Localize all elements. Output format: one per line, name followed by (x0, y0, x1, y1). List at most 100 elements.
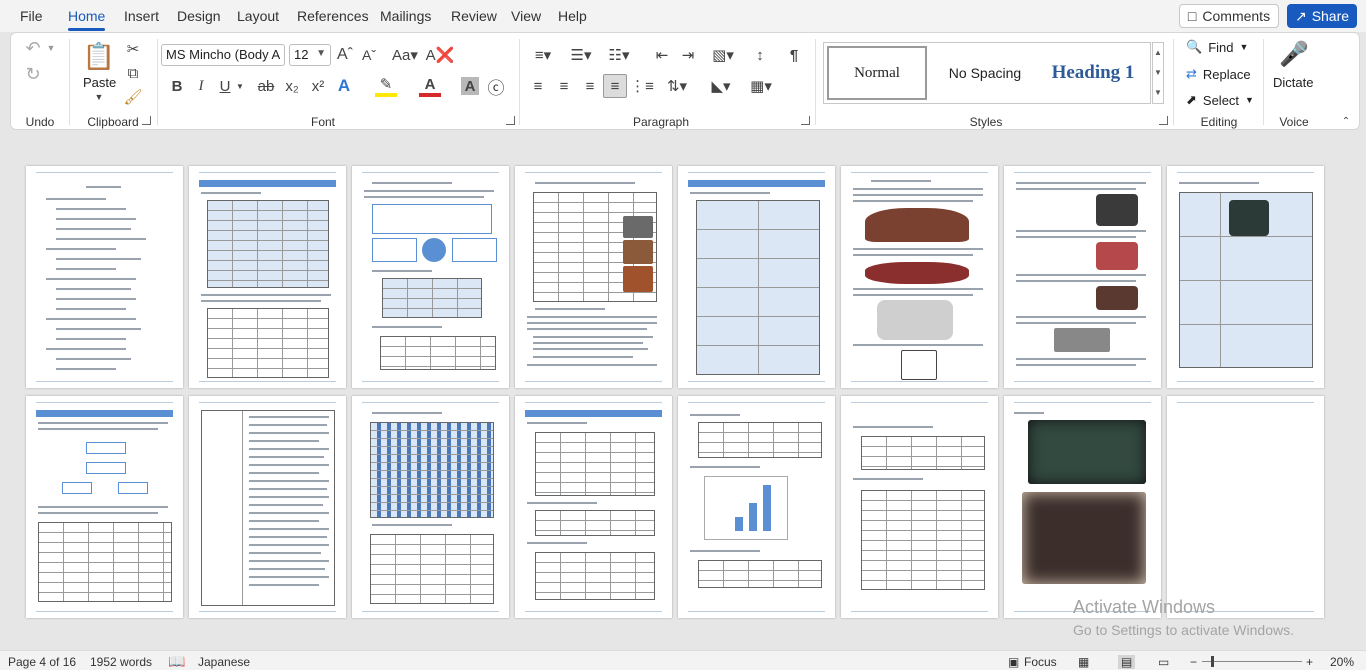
zoom-out-icon[interactable]: − (1190, 655, 1197, 669)
asian-layout-icon[interactable]: ▧▾ (707, 44, 739, 66)
comments-button[interactable]: □ Comments (1179, 4, 1279, 28)
focus-icon[interactable]: ▣ (1008, 655, 1019, 669)
styles-launcher-icon[interactable] (1159, 116, 1168, 125)
bold-icon[interactable]: B (167, 75, 187, 97)
font-color-icon[interactable]: A (419, 75, 441, 97)
select-button[interactable]: ⬈ Select ▼ (1186, 92, 1254, 108)
document-page[interactable] (678, 396, 835, 618)
zoom-level[interactable]: 20% (1330, 655, 1354, 669)
undo-icon[interactable]: ↶ (21, 37, 45, 59)
page-count[interactable]: Page 4 of 16 (8, 655, 76, 669)
document-page[interactable] (1004, 396, 1161, 618)
dictate-button[interactable]: Dictate (1273, 75, 1313, 90)
shrink-font-icon[interactable]: Aˇ (359, 44, 379, 66)
document-page[interactable] (678, 166, 835, 388)
web-layout-icon[interactable]: ▭ (1158, 655, 1169, 669)
decrease-indent-icon[interactable]: ⇤ (651, 44, 673, 66)
paste-icon[interactable]: 📋 (83, 39, 115, 73)
zoom-slider-thumb[interactable] (1211, 656, 1214, 667)
undo-dropdown-icon[interactable]: ▼ (45, 39, 57, 57)
character-shading-icon[interactable]: A (461, 77, 479, 95)
tab-mailings[interactable]: Mailings (380, 8, 431, 24)
document-page[interactable] (841, 166, 998, 388)
document-page[interactable] (352, 166, 509, 388)
align-right-icon[interactable]: ≡ (579, 75, 601, 97)
tab-file[interactable]: File (20, 8, 43, 24)
subscript-icon[interactable]: x₂ (281, 75, 303, 97)
borders-icon[interactable]: ▦▾ (745, 75, 777, 97)
chevron-up-icon[interactable]: ▲ (1153, 43, 1163, 63)
text-effects-icon[interactable]: A (333, 75, 355, 97)
style-heading-1[interactable]: Heading 1 (1040, 46, 1146, 100)
clear-formatting-icon[interactable]: A❌ (426, 44, 455, 66)
document-page[interactable] (189, 166, 346, 388)
styles-scroll[interactable]: ▲ ▼ ▼ (1152, 42, 1164, 104)
multilevel-list-icon[interactable]: ☷▾ (603, 44, 635, 66)
document-page[interactable] (1004, 166, 1161, 388)
highlight-icon[interactable]: ✎ (375, 75, 397, 97)
increase-indent-icon[interactable]: ⇥ (677, 44, 699, 66)
underline-dropdown-icon[interactable]: ▼ (235, 75, 245, 97)
superscript-icon[interactable]: x² (307, 75, 329, 97)
proofing-icon[interactable]: 📖 (168, 653, 185, 670)
line-spacing-icon[interactable]: ⇅▾ (661, 75, 693, 97)
tab-layout[interactable]: Layout (237, 8, 279, 24)
bullets-icon[interactable]: ≡▾ (527, 44, 559, 66)
paste-dropdown-icon[interactable]: ▼ (93, 91, 105, 103)
tab-insert[interactable]: Insert (124, 8, 159, 24)
clipboard-launcher-icon[interactable] (142, 116, 151, 125)
strikethrough-icon[interactable]: ab (255, 75, 277, 97)
zoom-in-icon[interactable]: + (1306, 655, 1313, 669)
format-painter-icon[interactable]: 🖌 (123, 87, 143, 107)
focus-button[interactable]: Focus (1024, 655, 1057, 669)
italic-icon[interactable]: I (191, 75, 211, 97)
document-page[interactable] (841, 396, 998, 618)
grow-font-icon[interactable]: Aˆ (335, 44, 355, 66)
redo-icon[interactable]: ↻ (21, 63, 45, 85)
document-area[interactable]: Activate Windows Go to Settings to activ… (0, 136, 1366, 650)
show-paragraph-marks-icon[interactable]: ¶ (783, 44, 805, 66)
chevron-down-icon[interactable]: ▼ (1153, 63, 1163, 83)
underline-icon[interactable]: U (215, 75, 235, 97)
document-page[interactable] (1167, 396, 1324, 618)
document-page[interactable] (515, 166, 672, 388)
style-normal[interactable]: Normal (827, 46, 927, 100)
change-case-icon[interactable]: Aa▾ (389, 44, 421, 66)
document-page[interactable] (26, 166, 183, 388)
read-mode-icon[interactable]: ▦ (1078, 655, 1089, 669)
microphone-icon[interactable]: 🎤 (1279, 37, 1309, 71)
copy-icon[interactable]: ⧉ (123, 63, 143, 83)
font-name-combo[interactable]: MS Mincho (Body A (161, 44, 285, 66)
language-indicator[interactable]: Japanese (198, 655, 250, 669)
style-no-spacing[interactable]: No Spacing (932, 46, 1038, 100)
font-size-combo[interactable]: 12 ▼ (289, 44, 331, 66)
tab-help[interactable]: Help (558, 8, 587, 24)
font-launcher-icon[interactable] (506, 116, 515, 125)
find-button[interactable]: 🔍 Find ▼ (1186, 39, 1248, 55)
paragraph-launcher-icon[interactable] (801, 116, 810, 125)
document-page[interactable] (352, 396, 509, 618)
shading-icon[interactable]: ◣▾ (705, 75, 737, 97)
document-page[interactable] (1167, 166, 1324, 388)
tab-review[interactable]: Review (451, 8, 497, 24)
document-page[interactable] (26, 396, 183, 618)
align-center-icon[interactable]: ≡ (553, 75, 575, 97)
enclose-characters-icon[interactable]: ⓒ (485, 75, 507, 98)
tab-home[interactable]: Home (68, 8, 106, 31)
tab-design[interactable]: Design (177, 8, 221, 24)
cut-icon[interactable]: ✂ (123, 39, 143, 59)
tab-references[interactable]: References (297, 8, 369, 24)
document-page[interactable] (189, 396, 346, 618)
print-layout-icon[interactable]: ▤ (1118, 655, 1136, 669)
replace-button[interactable]: ⇄ Replace (1186, 66, 1251, 82)
word-count[interactable]: 1952 words (90, 655, 152, 669)
tab-view[interactable]: View (511, 8, 541, 24)
sort-icon[interactable]: ↕ (749, 44, 771, 66)
align-left-icon[interactable]: ≡ (527, 75, 549, 97)
more-styles-icon[interactable]: ▼ (1153, 83, 1163, 103)
numbering-icon[interactable]: ☰▾ (565, 44, 597, 66)
collapse-ribbon-icon[interactable]: ⌃ (1339, 115, 1353, 127)
zoom-slider[interactable] (1202, 661, 1302, 662)
paste-button[interactable]: Paste (83, 75, 116, 90)
share-button[interactable]: ↗ Share (1287, 4, 1357, 28)
